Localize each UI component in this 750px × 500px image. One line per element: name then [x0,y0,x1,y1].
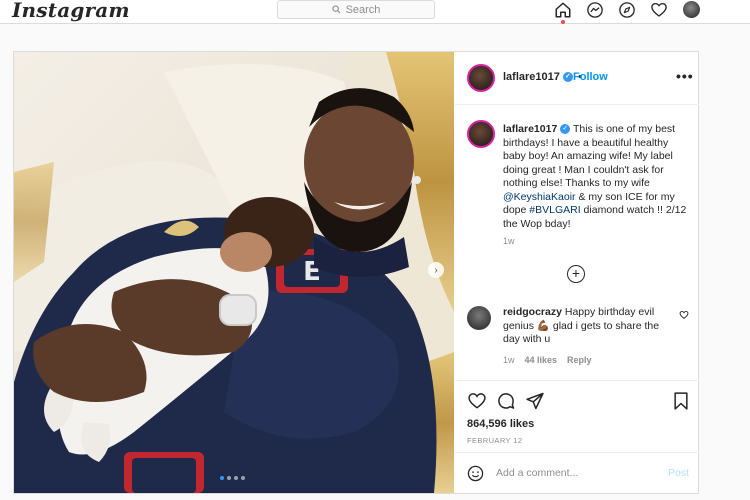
likes-count[interactable]: 864,596 likes [467,418,534,430]
search-placeholder: Search [345,3,381,16]
hashtag-link[interactable]: #BVLGARI [529,204,580,216]
home-icon[interactable] [554,1,572,19]
messenger-icon[interactable] [586,1,604,19]
post-comment-button[interactable]: Post [668,467,689,479]
post-caption: laflare1017 ✓ This is one of my best bir… [503,123,687,230]
caption-age[interactable]: 1w [503,236,515,246]
profile-avatar[interactable] [683,1,700,18]
comment-emoji: 💪🏾 [536,319,550,332]
add-comment-bar: Add a comment... Post [455,452,699,494]
search-input[interactable]: Search [277,0,435,19]
share-icon[interactable] [525,391,545,411]
comment-meta: 1w 44 likes Reply [503,355,592,365]
verified-badge-icon: ✓ [562,72,573,83]
comment-avatar[interactable] [467,306,491,330]
post-actions: 864,596 likes FEBRUARY 12 Add a comment.… [455,380,699,493]
explore-icon[interactable] [618,1,636,19]
comment-username[interactable]: reidgocrazy [503,306,562,318]
caption-username[interactable]: laflare1017 [503,123,557,135]
active-indicator [561,20,565,24]
like-heart-icon[interactable] [467,391,487,411]
carousel-indicator [220,476,245,480]
carousel-dot [227,476,231,480]
photo-illustration: E [14,52,454,493]
add-comment-input[interactable]: Add a comment... [496,467,578,479]
heart-icon[interactable] [650,1,668,19]
instagram-logo[interactable]: Instagram [12,0,130,22]
top-navigation-bar: Instagram Search [0,0,750,24]
post-header: laflare1017 ✓ • Follow ••• [455,52,699,105]
post-photo[interactable]: E › [14,52,454,493]
caption-avatar[interactable] [467,120,495,148]
carousel-dot [234,476,238,480]
search-icon [331,5,341,14]
verified-badge-icon: ✓ [560,124,571,135]
author-username[interactable]: laflare1017 ✓ • [503,71,582,83]
comment-likes[interactable]: 44 likes [525,355,558,365]
save-bookmark-icon[interactable] [671,391,691,411]
comment-age: 1w [503,355,515,365]
post-date[interactable]: FEBRUARY 12 [467,436,522,445]
comment-icon[interactable] [496,391,516,411]
load-more-comments-button[interactable]: + [567,265,585,283]
post-side-panel: laflare1017 ✓ • Follow ••• laflare1017 ✓… [455,52,699,493]
carousel-dot [241,476,245,480]
follow-button[interactable]: Follow [573,71,608,83]
emoji-icon[interactable] [467,465,484,482]
post-card: E › laflare1017 ✓ • Follow ••• laflare10… [13,51,699,494]
comment-reply-button[interactable]: Reply [567,355,592,365]
comment: reidgocrazy Happy birthday evil genius 💪… [503,306,660,345]
comment-like-icon[interactable] [679,310,689,320]
mention-link[interactable]: @KeyshiaKaoir [503,191,576,203]
carousel-next-button[interactable]: › [428,262,444,278]
more-options-icon[interactable]: ••• [676,68,694,84]
author-avatar[interactable] [467,64,495,92]
carousel-dot [220,476,224,480]
